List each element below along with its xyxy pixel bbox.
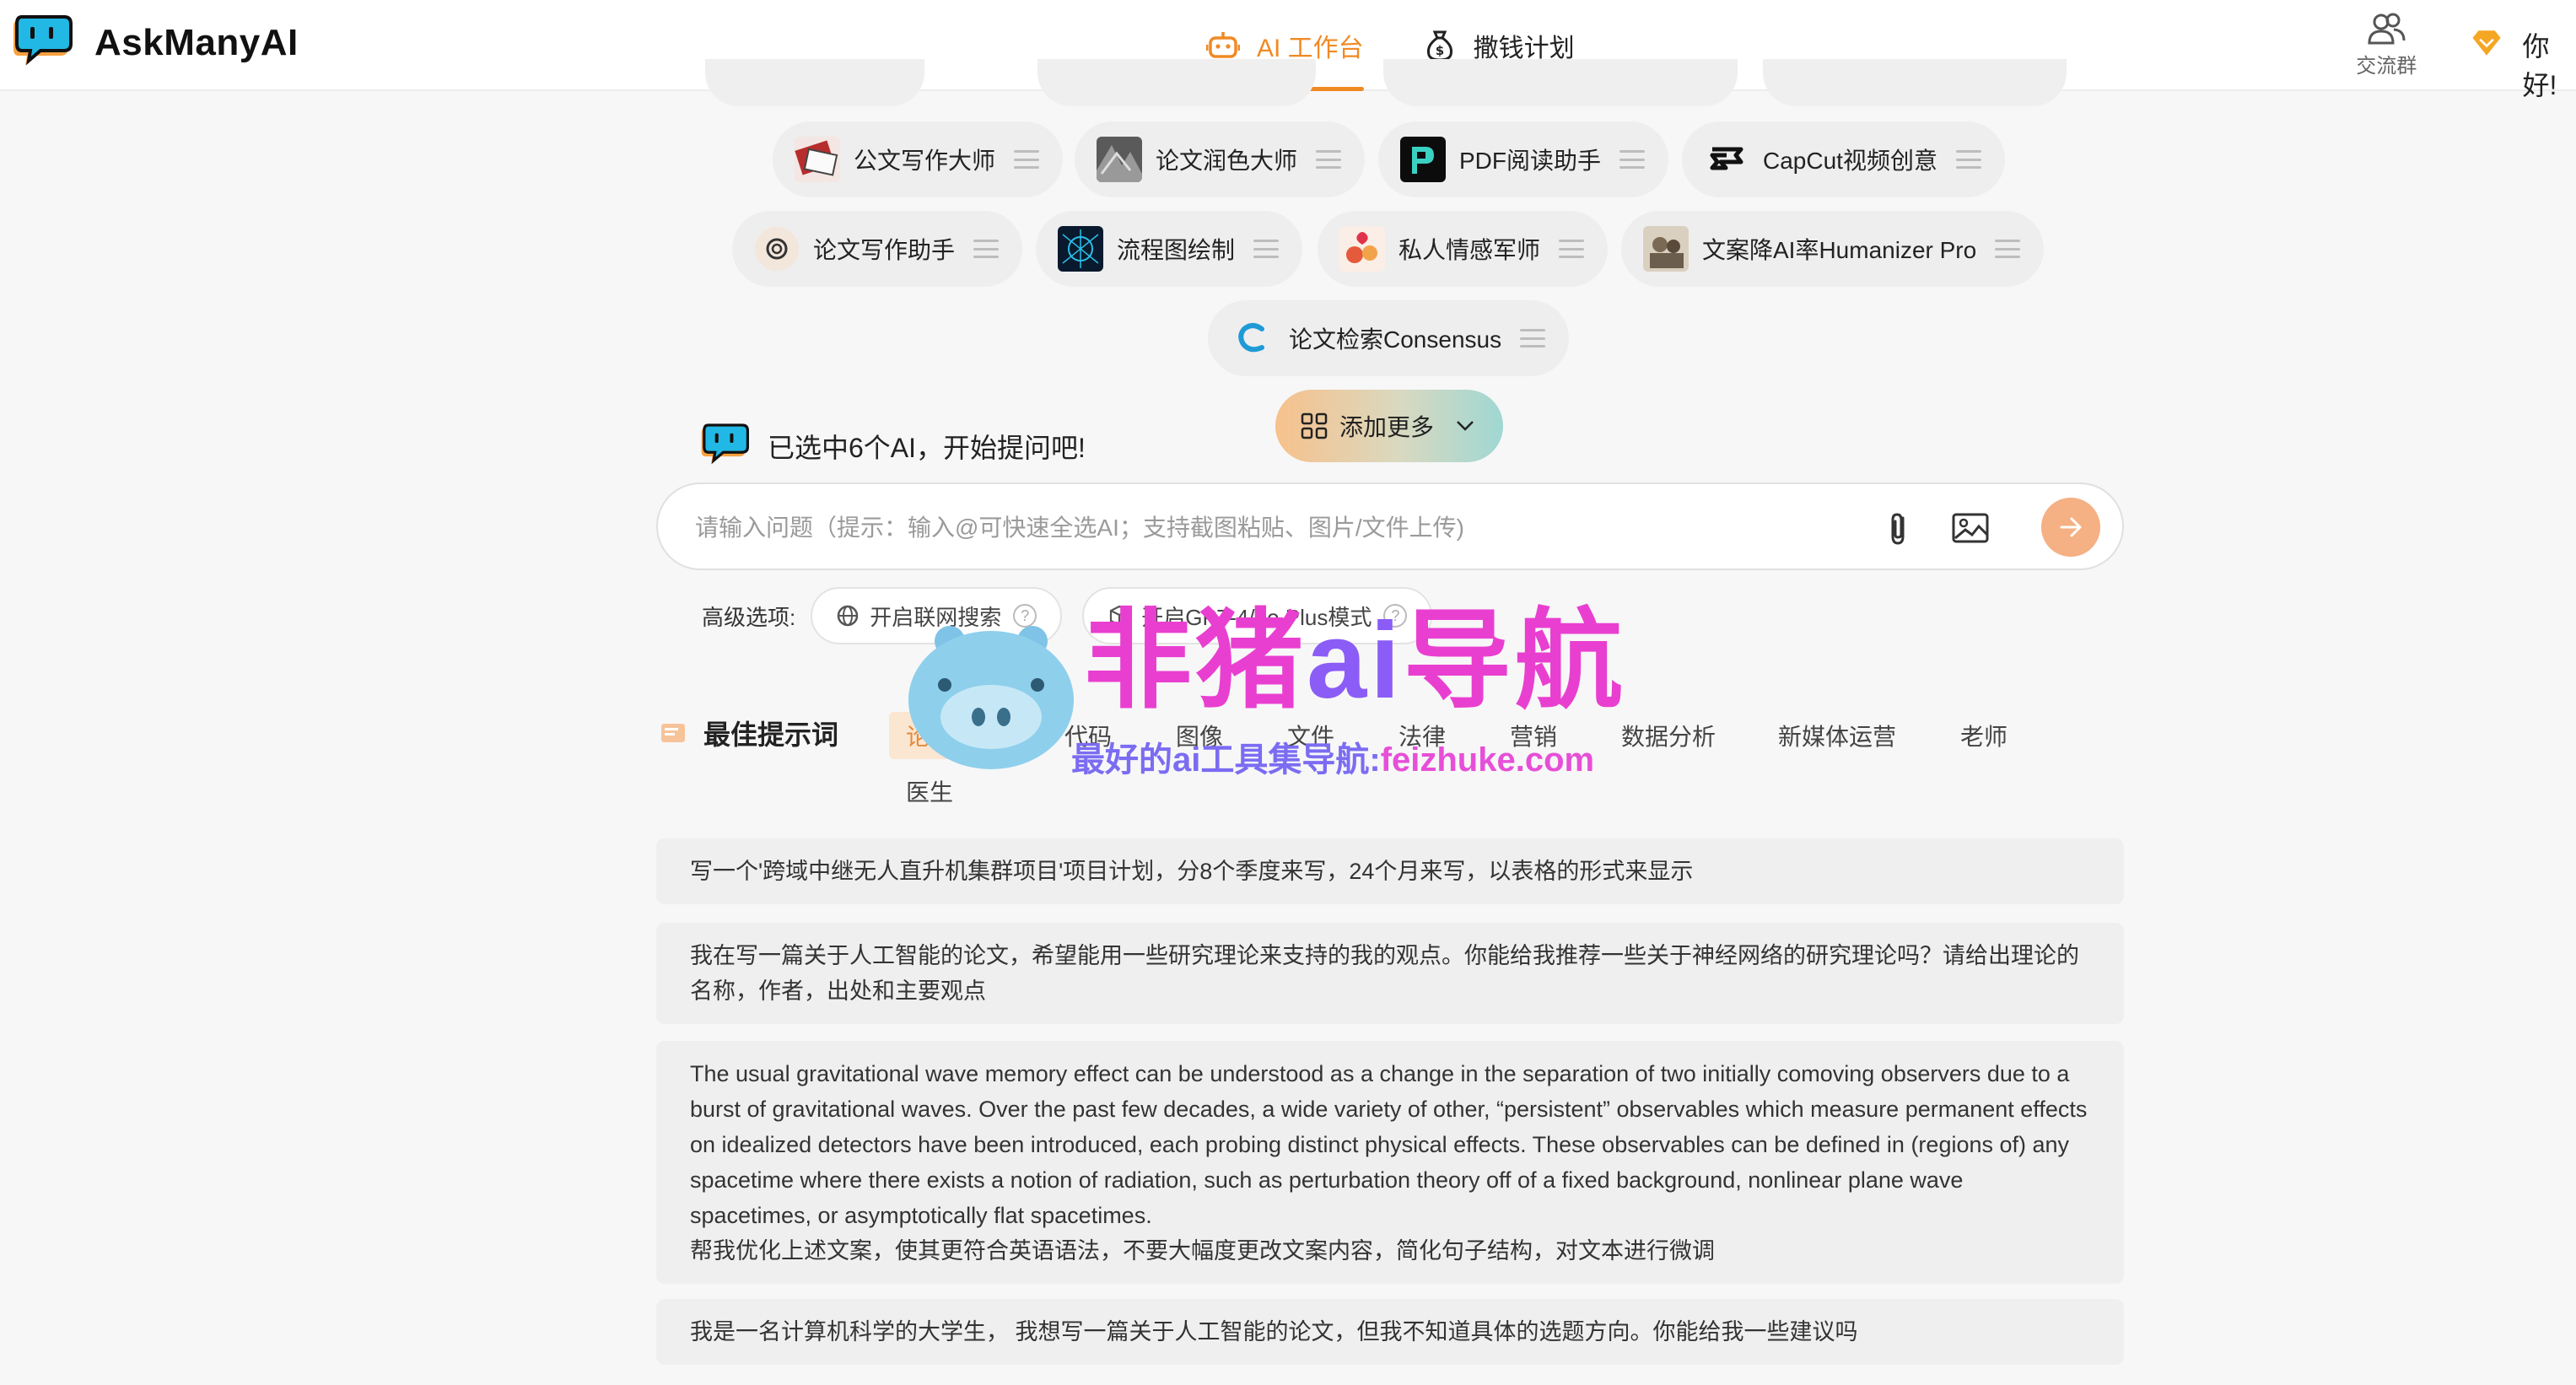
gpt-plus-toggle[interactable]: 开启GPT-4/4o Plus模式 ? bbox=[1082, 587, 1433, 644]
category-tab-new-media[interactable]: 新媒体运营 bbox=[1778, 719, 1896, 752]
ai-pill-flowchart[interactable]: 流程图绘制 bbox=[1036, 211, 1303, 287]
pdf-reader-avatar-icon bbox=[1400, 137, 1446, 182]
category-tab-file[interactable]: 文件 bbox=[1287, 719, 1334, 752]
diamond-vip-icon[interactable] bbox=[2470, 24, 2503, 62]
question-input-container bbox=[656, 482, 2124, 570]
drag-handle-icon[interactable] bbox=[1619, 150, 1646, 169]
prompt-text: 我在写一篇关于人工智能的论文，希望能用一些研究理论来支持的我的观点。你能给我推荐… bbox=[690, 943, 2079, 1004]
cube-icon bbox=[1110, 605, 1129, 627]
help-icon[interactable]: ? bbox=[1383, 604, 1408, 628]
community-group-button[interactable]: 交流群 bbox=[2353, 12, 2419, 78]
header-right: 交流群 你好! bbox=[2353, 12, 2576, 103]
advanced-options: 高级选项: 开启联网搜索 ? 开启GPT-4/4o Plus模式 ? bbox=[702, 587, 1452, 644]
globe-icon bbox=[837, 605, 859, 627]
ai-pill-label: 文案降AI率Humanizer Pro bbox=[1702, 237, 1977, 263]
emotion-advisor-avatar-icon bbox=[1339, 226, 1385, 272]
logo[interactable]: AskManyAI bbox=[12, 15, 299, 71]
users-icon bbox=[2368, 13, 2406, 45]
official-writing-avatar-icon bbox=[795, 137, 840, 182]
robot-icon bbox=[1206, 32, 1240, 58]
best-prompts-header: 最佳提示词 bbox=[660, 714, 838, 752]
prompt-card[interactable]: The usual gravitational wave memory effe… bbox=[656, 1041, 2124, 1284]
prompt-card[interactable]: 我是一名计算机科学的大学生， 我想写一篇关于人工智能的论文，但我不知道具体的选题… bbox=[656, 1299, 2124, 1365]
ai-pill-humanizer[interactable]: 文案降AI率Humanizer Pro bbox=[1621, 211, 2045, 287]
drag-handle-icon[interactable] bbox=[1316, 150, 1342, 169]
image-upload-icon[interactable] bbox=[1950, 508, 1991, 548]
drag-handle-icon[interactable] bbox=[1955, 150, 1981, 169]
selected-text: 已选中6个AI，开始提问吧! bbox=[768, 433, 1086, 463]
web-search-label: 开启联网搜索 bbox=[870, 604, 1002, 630]
ai-pill-label: 私人情感军师 bbox=[1398, 237, 1541, 263]
prompt-text: 帮我优化上述文案，使其更符合英语语法，不要大幅度更改文案内容，简化句子结构，对文… bbox=[690, 1238, 1715, 1264]
ai-pill-official-writing[interactable]: 公文写作大师 bbox=[773, 121, 1064, 197]
add-more-button[interactable]: 添加更多 bbox=[1275, 390, 1503, 462]
category-tab-research[interactable]: 论文科研 bbox=[889, 712, 1018, 759]
drag-handle-icon[interactable] bbox=[1014, 150, 1040, 169]
help-icon[interactable]: ? bbox=[1013, 604, 1037, 628]
paper-polish-avatar-icon bbox=[1097, 137, 1142, 182]
chevron-down-icon bbox=[1457, 421, 1474, 431]
gpt-plus-label: 开启GPT-4/4o Plus模式 bbox=[1141, 604, 1372, 630]
user-greeting[interactable]: 你好! bbox=[2522, 25, 2576, 103]
category-tab-doctor[interactable]: 医生 bbox=[906, 774, 953, 808]
grid-icon bbox=[1301, 412, 1328, 439]
selected-status: 已选中6个AI，开始提问吧! bbox=[700, 423, 1086, 469]
capcut-avatar-icon bbox=[1704, 137, 1749, 182]
ai-pill-label: PDF阅读助手 bbox=[1459, 148, 1602, 174]
arrow-right-icon bbox=[2060, 517, 2082, 537]
money-bag-icon: $ bbox=[1426, 30, 1452, 62]
app-name: AskManyAI bbox=[94, 22, 299, 63]
ai-pill-label: 公文写作大师 bbox=[854, 148, 996, 174]
advanced-label: 高级选项: bbox=[702, 604, 796, 630]
ai-pill-paper-polish[interactable]: 论文润色大师 bbox=[1075, 121, 1366, 197]
ai-pill-consensus[interactable]: 论文检索Consensus bbox=[1208, 300, 1570, 376]
web-search-toggle[interactable]: 开启联网搜索 ? bbox=[811, 587, 1063, 644]
ai-pill-label: 论文检索Consensus bbox=[1289, 326, 1502, 353]
add-more-label: 添加更多 bbox=[1339, 414, 1435, 440]
ai-pill-label: 流程图绘制 bbox=[1117, 237, 1236, 263]
ai-pill-capcut[interactable]: CapCut视频创意 bbox=[1682, 121, 2005, 197]
ai-pill-label: 论文写作助手 bbox=[813, 237, 956, 263]
ai-pill-paper-writing[interactable]: 论文写作助手 bbox=[732, 211, 1023, 287]
openai-logo-icon bbox=[755, 227, 799, 271]
chat-bubble-logo-icon bbox=[701, 423, 749, 465]
paperclip-icon[interactable] bbox=[1878, 508, 1918, 548]
category-tab-teacher[interactable]: 老师 bbox=[1960, 719, 2007, 752]
drag-handle-icon[interactable] bbox=[1559, 240, 1585, 258]
category-tab-law[interactable]: 法律 bbox=[1398, 719, 1446, 752]
group-label: 交流群 bbox=[2356, 55, 2417, 78]
chat-bubble-logo-icon bbox=[13, 15, 73, 66]
prompt-card[interactable]: 我在写一篇关于人工智能的论文，希望能用一些研究理论来支持的我的观点。你能给我推荐… bbox=[656, 923, 2124, 1024]
ai-pill-label: 论文润色大师 bbox=[1156, 148, 1298, 174]
send-button[interactable] bbox=[2041, 498, 2100, 557]
prompt-book-icon bbox=[661, 724, 685, 742]
category-tab-image[interactable]: 图像 bbox=[1176, 719, 1223, 752]
ai-pill-pdf-reader[interactable]: PDF阅读助手 bbox=[1378, 121, 1669, 197]
consensus-logo-icon bbox=[1230, 315, 1275, 361]
drag-handle-icon[interactable] bbox=[1520, 329, 1546, 348]
category-tab-marketing[interactable]: 营销 bbox=[1510, 719, 1557, 752]
prompt-card[interactable]: 写一个'跨域中继无人直升机集群项目'项目计划，分8个季度来写，24个月来写，以表… bbox=[656, 838, 2124, 904]
category-tab-code[interactable]: 代码 bbox=[1064, 719, 1112, 752]
ai-pill-label: CapCut视频创意 bbox=[1763, 148, 1937, 174]
question-input[interactable] bbox=[695, 506, 1893, 550]
humanizer-avatar-icon bbox=[1643, 226, 1689, 272]
prompt-text: The usual gravitational wave memory effe… bbox=[690, 1061, 2088, 1228]
prompt-text: 我是一名计算机科学的大学生， 我想写一篇关于人工智能的论文，但我不知道具体的选题… bbox=[690, 1319, 1858, 1345]
cut-off-ai-pill[interactable] bbox=[1763, 59, 2067, 106]
drag-handle-icon[interactable] bbox=[973, 240, 1000, 258]
category-tab-data-analysis[interactable]: 数据分析 bbox=[1621, 719, 1716, 752]
flowchart-avatar-icon bbox=[1058, 226, 1103, 272]
cut-off-ai-pill[interactable] bbox=[705, 59, 924, 106]
ai-pill-emotion-advisor[interactable]: 私人情感军师 bbox=[1318, 211, 1609, 287]
best-prompts-title: 最佳提示词 bbox=[703, 719, 839, 750]
svg-text:$: $ bbox=[1435, 43, 1443, 58]
prompt-text: 写一个'跨域中继无人直升机集群项目'项目计划，分8个季度来写，24个月来写，以表… bbox=[690, 859, 1694, 884]
drag-handle-icon[interactable] bbox=[1253, 240, 1280, 258]
cut-off-ai-pill[interactable] bbox=[1037, 59, 1316, 106]
drag-handle-icon[interactable] bbox=[1995, 240, 2021, 258]
cut-off-ai-pill[interactable] bbox=[1383, 59, 1738, 106]
